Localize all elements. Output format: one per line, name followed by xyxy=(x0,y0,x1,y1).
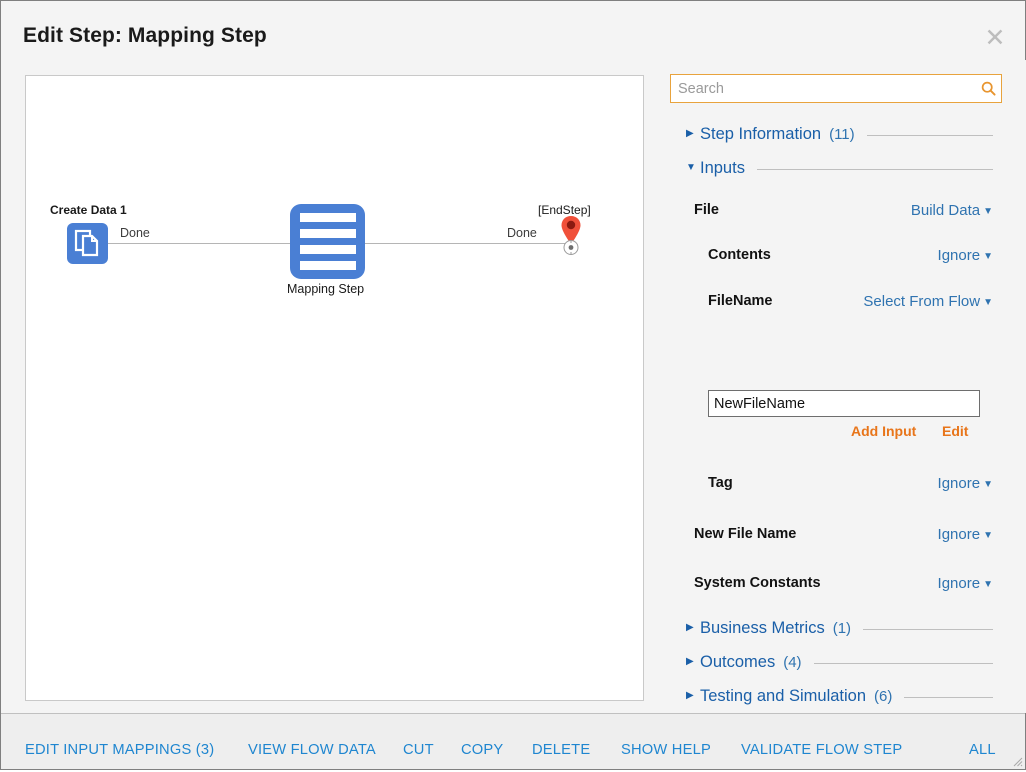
caret-down-icon: ▼ xyxy=(983,251,993,262)
dropdown-filename-source[interactable]: Select From Flow ▼ xyxy=(863,293,993,310)
section-count-step-information: (11) xyxy=(829,125,855,143)
field-value-system-constants-wrap[interactable]: Ignore ▼ xyxy=(938,575,993,597)
field-label-contents: Contents xyxy=(708,247,771,263)
mapping-bar xyxy=(299,245,356,254)
section-divider xyxy=(863,628,993,630)
footer-copy[interactable]: COPY xyxy=(461,742,503,758)
connector-label-done-2: Done xyxy=(507,226,537,240)
section-title-outcomes: Outcomes xyxy=(700,652,776,671)
chevron-down-icon: ▼ xyxy=(686,162,696,173)
section-title-step-information: Step Information xyxy=(700,124,822,143)
dropdown-file[interactable]: Build Data ▼ xyxy=(911,202,993,219)
dropdown-new-file-name[interactable]: Ignore ▼ xyxy=(938,526,993,543)
dropdown-contents[interactable]: Ignore ▼ xyxy=(938,247,993,264)
panel-sections: ▶ Step Information (11) ▼ Inputs File Bu… xyxy=(661,112,1026,713)
chevron-right-icon: ▶ xyxy=(686,656,694,667)
field-label-new-file-name: New File Name xyxy=(694,526,797,542)
close-icon[interactable]: ✕ xyxy=(981,24,1009,50)
edit-link[interactable]: Edit xyxy=(942,423,968,439)
section-inputs[interactable]: ▼ Inputs xyxy=(686,156,993,180)
resize-grip-icon[interactable] xyxy=(1010,754,1023,767)
field-label-file: File xyxy=(694,202,719,218)
field-value-contents-wrap[interactable]: Ignore ▼ xyxy=(938,247,993,269)
section-divider xyxy=(866,134,993,136)
caret-down-icon: ▼ xyxy=(983,479,993,490)
add-input-link[interactable]: Add Input xyxy=(851,423,916,439)
search-icon[interactable] xyxy=(975,75,1001,102)
field-label-system-constants: System Constants xyxy=(694,575,821,591)
section-divider xyxy=(756,168,993,170)
dialog-body: Done Done Create Data 1 Mapping Step [En… xyxy=(1,60,1026,713)
section-count-testing-and-simulation: (6) xyxy=(874,687,893,705)
flow-diagram-canvas[interactable]: Done Done Create Data 1 Mapping Step [En… xyxy=(25,75,644,701)
section-divider xyxy=(904,696,993,698)
footer-edit-input-mappings[interactable]: EDIT INPUT MAPPINGS (3) xyxy=(25,742,214,758)
dropdown-tag-label: Ignore xyxy=(937,475,981,492)
copy-documents-icon[interactable] xyxy=(67,223,108,264)
dialog-titlebar: Edit Step: Mapping Step ✕ xyxy=(1,1,1025,60)
dropdown-filename-source-label: Select From Flow xyxy=(863,293,981,310)
field-value-tag-wrap[interactable]: Ignore ▼ xyxy=(938,475,993,497)
edit-step-dialog: Edit Step: Mapping Step ✕ Done Done Crea… xyxy=(0,0,1026,770)
field-value-file-wrap[interactable]: Build Data ▼ xyxy=(911,202,993,224)
caret-down-icon: ▼ xyxy=(983,297,993,308)
field-label-file-wrap: File xyxy=(694,202,719,224)
mapping-bars-icon[interactable] xyxy=(290,204,365,279)
page-title: Edit Step: Mapping Step xyxy=(23,24,267,47)
dropdown-file-label: Build Data xyxy=(910,202,981,219)
field-label-contents-wrap: Contents xyxy=(708,247,771,269)
section-step-information[interactable]: ▶ Step Information (11) xyxy=(686,122,993,146)
field-label-tag: Tag xyxy=(708,475,733,491)
map-pin-icon[interactable] xyxy=(557,206,585,262)
search-input[interactable] xyxy=(671,75,975,102)
section-title-business-metrics: Business Metrics xyxy=(700,618,825,637)
step-properties-panel: ▶ Step Information (11) ▼ Inputs File xyxy=(661,60,1026,713)
caret-down-icon: ▼ xyxy=(983,579,993,590)
footer-validate-flow-step[interactable]: VALIDATE FLOW STEP xyxy=(741,742,902,758)
dropdown-system-constants-label: Ignore xyxy=(937,575,981,592)
dropdown-system-constants[interactable]: Ignore ▼ xyxy=(938,575,993,592)
dropdown-tag[interactable]: Ignore ▼ xyxy=(938,475,993,492)
chevron-right-icon: ▶ xyxy=(686,128,694,139)
footer-all[interactable]: ALL xyxy=(969,742,996,758)
connector-line-create-data-to-mapping xyxy=(108,243,290,244)
filename-input[interactable] xyxy=(708,390,980,417)
chevron-right-icon: ▶ xyxy=(686,690,694,701)
chevron-right-icon: ▶ xyxy=(686,622,694,633)
field-label-filename: FileName xyxy=(708,293,773,309)
connector-label-done-1: Done xyxy=(120,226,150,240)
dropdown-new-file-name-label: Ignore xyxy=(937,526,981,543)
node-label-create-data-1: Create Data 1 xyxy=(50,203,127,217)
mapping-bar xyxy=(299,213,356,222)
footer-delete[interactable]: DELETE xyxy=(532,742,590,758)
section-count-outcomes: (4) xyxy=(783,653,802,671)
field-value-filename-wrap[interactable]: Select From Flow ▼ xyxy=(863,293,993,315)
caret-down-icon: ▼ xyxy=(983,206,993,217)
caret-down-icon: ▼ xyxy=(983,530,993,541)
field-value-new-file-name-wrap[interactable]: Ignore ▼ xyxy=(938,526,993,548)
footer-view-flow-data[interactable]: VIEW FLOW DATA xyxy=(248,742,376,758)
field-label-filename-wrap: FileName xyxy=(708,293,772,315)
footer-cut[interactable]: CUT xyxy=(403,742,434,758)
connector-line-mapping-to-endstep xyxy=(365,243,571,244)
node-label-mapping-step: Mapping Step xyxy=(287,282,365,296)
section-outcomes[interactable]: ▶ Outcomes (4) xyxy=(686,650,993,674)
field-label-new-file-name-wrap: New File Name xyxy=(694,526,796,548)
mapping-bar xyxy=(299,229,356,238)
section-title-testing-and-simulation: Testing and Simulation xyxy=(700,686,867,705)
dropdown-contents-label: Ignore xyxy=(937,247,981,264)
section-title-inputs: Inputs xyxy=(700,158,745,177)
footer-show-help[interactable]: SHOW HELP xyxy=(621,742,711,758)
field-label-tag-wrap: Tag xyxy=(708,475,733,497)
search-box[interactable] xyxy=(670,74,1002,103)
section-business-metrics[interactable]: ▶ Business Metrics (1) xyxy=(686,616,993,640)
field-label-system-constants-wrap: System Constants xyxy=(694,575,821,597)
section-count-business-metrics: (1) xyxy=(832,619,852,637)
mapping-bar xyxy=(299,261,356,270)
section-testing-and-simulation[interactable]: ▶ Testing and Simulation (6) xyxy=(686,684,993,708)
dialog-footer-toolbar: EDIT INPUT MAPPINGS (3) VIEW FLOW DATA C… xyxy=(1,713,1025,769)
section-divider xyxy=(813,662,993,664)
